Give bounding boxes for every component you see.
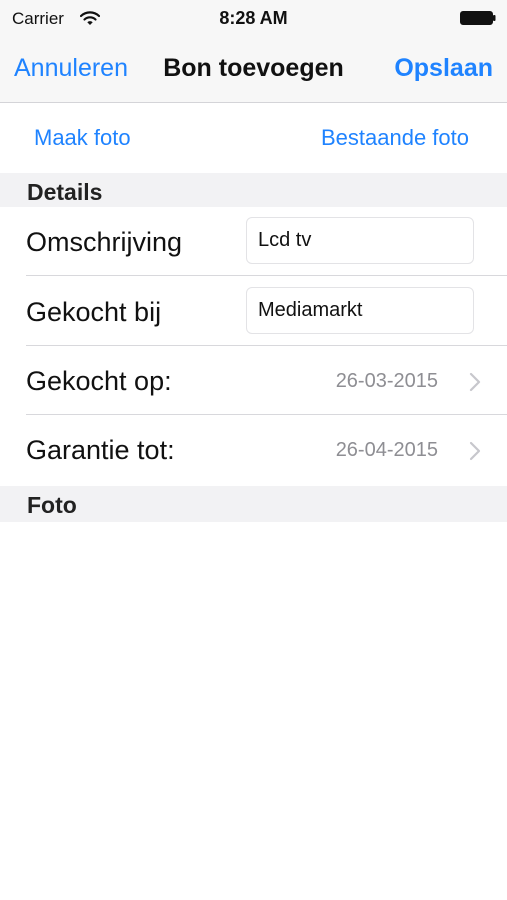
row-divider <box>26 275 507 276</box>
cancel-button[interactable]: Annuleren <box>14 54 128 83</box>
chevron-right-icon <box>469 372 481 392</box>
battery-icon <box>460 11 496 25</box>
store-input[interactable]: Mediamarkt <box>246 287 474 334</box>
section-header-photo: Foto <box>0 486 507 522</box>
clock-label: 8:28 AM <box>219 8 288 28</box>
row-store: Gekocht bij Mediamarkt <box>0 277 507 346</box>
existing-photo-button[interactable]: Bestaande foto <box>321 125 469 151</box>
row-description: Omschrijving Lcd tv <box>0 207 507 276</box>
navigation-bar: Annuleren Bon toevoegen Opslaan <box>0 36 507 103</box>
take-photo-button[interactable]: Maak foto <box>34 125 131 151</box>
description-label: Omschrijving <box>26 227 183 257</box>
purchase-date-value: 26-03-2015 <box>335 370 438 392</box>
section-header-details: Details <box>0 173 507 209</box>
chevron-right-icon <box>469 441 481 461</box>
section-title-photo: Foto <box>27 492 77 518</box>
store-label: Gekocht bij <box>26 297 162 327</box>
warranty-until-label: Garantie tot: <box>26 435 175 465</box>
warranty-until-value: 26-04-2015 <box>335 439 438 461</box>
row-purchase-date[interactable]: Gekocht op: 26-03-2015 <box>0 346 507 415</box>
status-bar: Carrier 8:28 AM <box>0 0 507 36</box>
save-button[interactable]: Opslaan <box>394 54 493 83</box>
photo-actions: Maak foto Bestaande foto <box>0 103 507 173</box>
description-input[interactable]: Lcd tv <box>246 217 474 264</box>
row-warranty-until[interactable]: Garantie tot: 26-04-2015 <box>0 415 507 484</box>
purchase-date-label: Gekocht op: <box>26 366 172 396</box>
section-title-details: Details <box>27 179 103 205</box>
